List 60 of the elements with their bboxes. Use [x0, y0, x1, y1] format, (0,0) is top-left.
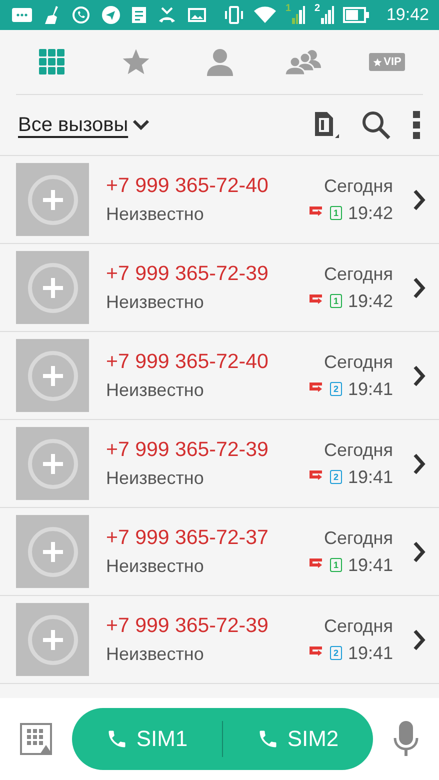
phone-icon [106, 728, 128, 750]
clock-time: 19:42 [386, 5, 429, 25]
call-time: 19:41 [348, 466, 393, 488]
sim-badge: 1 [330, 558, 342, 572]
person-icon [206, 48, 232, 76]
chat-icon [12, 8, 32, 22]
microphone-icon[interactable] [393, 721, 419, 757]
note-icon [132, 7, 146, 23]
vip-icon: VIP [368, 53, 406, 71]
call-date: Сегодня [324, 616, 393, 636]
call-date: Сегодня [324, 440, 393, 460]
chevron-right-icon[interactable] [412, 188, 426, 210]
send-icon [102, 6, 120, 24]
chevron-right-icon[interactable] [412, 452, 426, 474]
chevron-right-icon[interactable] [412, 276, 426, 298]
phone-number: +7 999 365-72-39 [106, 438, 270, 462]
wifi-icon [254, 6, 276, 24]
vibrate-icon [223, 6, 246, 24]
contact-name: Неизвестно [106, 292, 205, 313]
sim-badge: 1 [330, 206, 342, 220]
battery-icon [343, 7, 370, 23]
call-date: Сегодня [324, 528, 393, 548]
star-icon [122, 48, 150, 76]
phone-number: +7 999 365-72-37 [106, 526, 270, 550]
contact-name: Неизвестно [106, 204, 205, 225]
call-time: 19:41 [348, 642, 393, 664]
chevron-down-icon [132, 119, 150, 131]
more-options-icon[interactable] [413, 111, 421, 139]
image-icon [188, 8, 206, 22]
sim-badge: 2 [330, 470, 342, 484]
search-icon[interactable] [361, 110, 391, 140]
call-date: Сегодня [324, 352, 393, 372]
call-time: 19:42 [348, 290, 393, 312]
sim-badge: 1 [330, 294, 342, 308]
group-icon [285, 49, 322, 75]
missed-call-icon [158, 7, 176, 23]
sim-badge: 2 [330, 646, 342, 660]
phone-number: +7 999 365-72-40 [106, 174, 270, 198]
whatsapp-icon [72, 6, 90, 24]
contact-name: Неизвестно [106, 644, 205, 665]
call-time: 19:41 [348, 378, 393, 400]
sim-badge: 2 [330, 382, 342, 396]
contact-name: Неизвестно [106, 468, 205, 489]
contact-name: Неизвестно [106, 380, 205, 401]
call-date: Сегодня [324, 264, 393, 284]
chevron-right-icon[interactable] [412, 364, 426, 386]
chevron-right-icon[interactable] [412, 540, 426, 562]
phone-number: +7 999 365-72-39 [106, 262, 270, 286]
broom-icon [44, 6, 60, 24]
call-time: 19:42 [348, 202, 393, 224]
dialpad-icon [39, 49, 65, 75]
chevron-right-icon[interactable] [412, 628, 426, 650]
contact-name: Неизвестно [106, 556, 205, 577]
phone-number: +7 999 365-72-40 [106, 350, 270, 374]
call-time: 19:41 [348, 554, 393, 576]
phone-icon [257, 728, 280, 750]
dialpad-toggle-icon[interactable] [20, 723, 52, 755]
call-date: Сегодня [324, 176, 393, 196]
filter-dropdown[interactable]: Все вызовы [18, 114, 150, 136]
phone-number: +7 999 365-72-39 [106, 614, 270, 638]
